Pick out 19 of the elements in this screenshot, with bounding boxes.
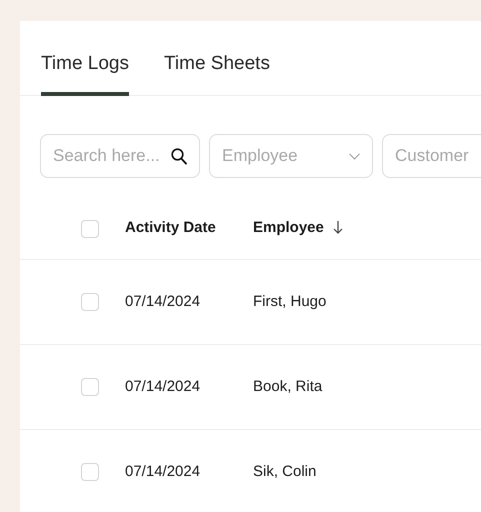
search-input[interactable]: Search here... [53, 143, 165, 169]
table-cell: Sik, Colin [253, 462, 316, 480]
table-cell: First, Hugo [253, 292, 326, 310]
table-cell: 07/14/2024 [125, 378, 200, 395]
checkbox[interactable] [81, 293, 99, 311]
column-header[interactable]: Activity Date [125, 219, 216, 236]
sort-arrow-icon[interactable] [332, 220, 343, 234]
chevron-down-icon [349, 152, 360, 160]
tab[interactable]: Time Sheets [164, 50, 270, 96]
table-cell: 07/14/2024 [125, 462, 200, 480]
table-cell: 07/14/2024 [125, 292, 200, 310]
checkbox[interactable] [81, 463, 99, 481]
search-field[interactable]: Search here... [40, 134, 200, 178]
table-cell: Book, Rita [253, 378, 322, 395]
checkbox[interactable] [81, 378, 99, 396]
search-icon [171, 148, 187, 164]
column-header[interactable]: Employee [253, 219, 324, 236]
tab[interactable]: Time Logs [41, 50, 129, 96]
checkbox[interactable] [81, 220, 99, 238]
